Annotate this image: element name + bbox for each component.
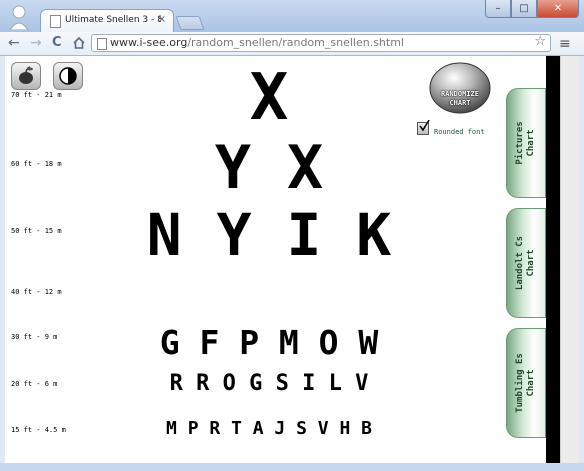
page-icon — [50, 15, 61, 28]
browser-titlebar: Ultimate Snellen 3 - 800x6 × – □ ✕ — [0, 0, 584, 32]
tab-tumbling-es-chart[interactable]: Tumbling Es Chart — [506, 328, 546, 438]
randomize-label: CHART — [449, 99, 471, 107]
checkmark-icon — [419, 120, 430, 132]
side-divider — [546, 56, 560, 463]
side-tab-label: Pictures — [515, 121, 525, 165]
snellen-row: Y X — [214, 133, 324, 203]
snellen-row: M P R T A J S V H B — [166, 418, 372, 439]
snellen-row: R R O G S I L V — [169, 371, 369, 396]
tab-landolt-cs-chart[interactable]: Landolt Cs Chart — [506, 208, 546, 318]
browser-toolbar: ← → C www.i-see.org/random_snellen/rando… — [0, 32, 584, 56]
side-tab-label: Chart — [526, 129, 536, 157]
vertical-scrollbar[interactable] — [560, 56, 579, 463]
bookmark-star-icon[interactable]: ☆ — [534, 34, 546, 49]
address-bar[interactable]: www.i-see.org/random_snellen/random_snel… — [91, 34, 551, 52]
profile-avatar-icon[interactable] — [8, 4, 30, 30]
side-tab-label: Chart — [526, 369, 536, 397]
distance-label: 40 ft - 12 m — [11, 288, 62, 296]
tab-close-icon[interactable]: × — [158, 14, 166, 25]
rounded-font-label: Rounded font — [434, 128, 485, 136]
home-icon[interactable] — [72, 36, 86, 50]
side-tab-label: Landolt Cs — [515, 235, 525, 291]
url-text[interactable]: www.i-see.org/random_snellen/random_snel… — [110, 36, 404, 49]
side-tab-label: Tumbling Es — [515, 353, 525, 413]
browser-tab[interactable]: Ultimate Snellen 3 - 800x6 × — [40, 9, 174, 32]
back-button[interactable]: ← — [8, 35, 20, 51]
snellen-row: G F P M O W — [159, 323, 379, 362]
page-info-icon — [97, 38, 107, 50]
randomize-chart-button[interactable]: RANDOMIZE CHART — [425, 62, 495, 114]
randomize-label: RANDOMIZE — [441, 90, 479, 98]
menu-icon[interactable]: ≡ — [559, 36, 571, 52]
page-content: 70 ft - 21 m 60 ft - 18 m 50 ft - 15 m 4… — [5, 56, 579, 463]
rounded-font-checkbox[interactable] — [417, 120, 430, 135]
window-controls: – □ ✕ — [485, 0, 579, 18]
tab-title: Ultimate Snellen 3 - 800x6 — [65, 15, 161, 25]
reload-button[interactable]: C — [52, 35, 62, 51]
side-tab-label: Chart — [526, 249, 536, 277]
snellen-row: N Y I K — [146, 201, 392, 269]
new-tab-button[interactable] — [175, 16, 205, 30]
tab-pictures-chart[interactable]: Pictures Chart — [506, 88, 546, 198]
close-window-button[interactable]: ✕ — [537, 0, 579, 18]
window-frame-bottom — [0, 463, 584, 471]
forward-button[interactable]: → — [30, 35, 42, 51]
minimize-button[interactable]: – — [485, 0, 511, 18]
maximize-button[interactable]: □ — [511, 0, 537, 18]
